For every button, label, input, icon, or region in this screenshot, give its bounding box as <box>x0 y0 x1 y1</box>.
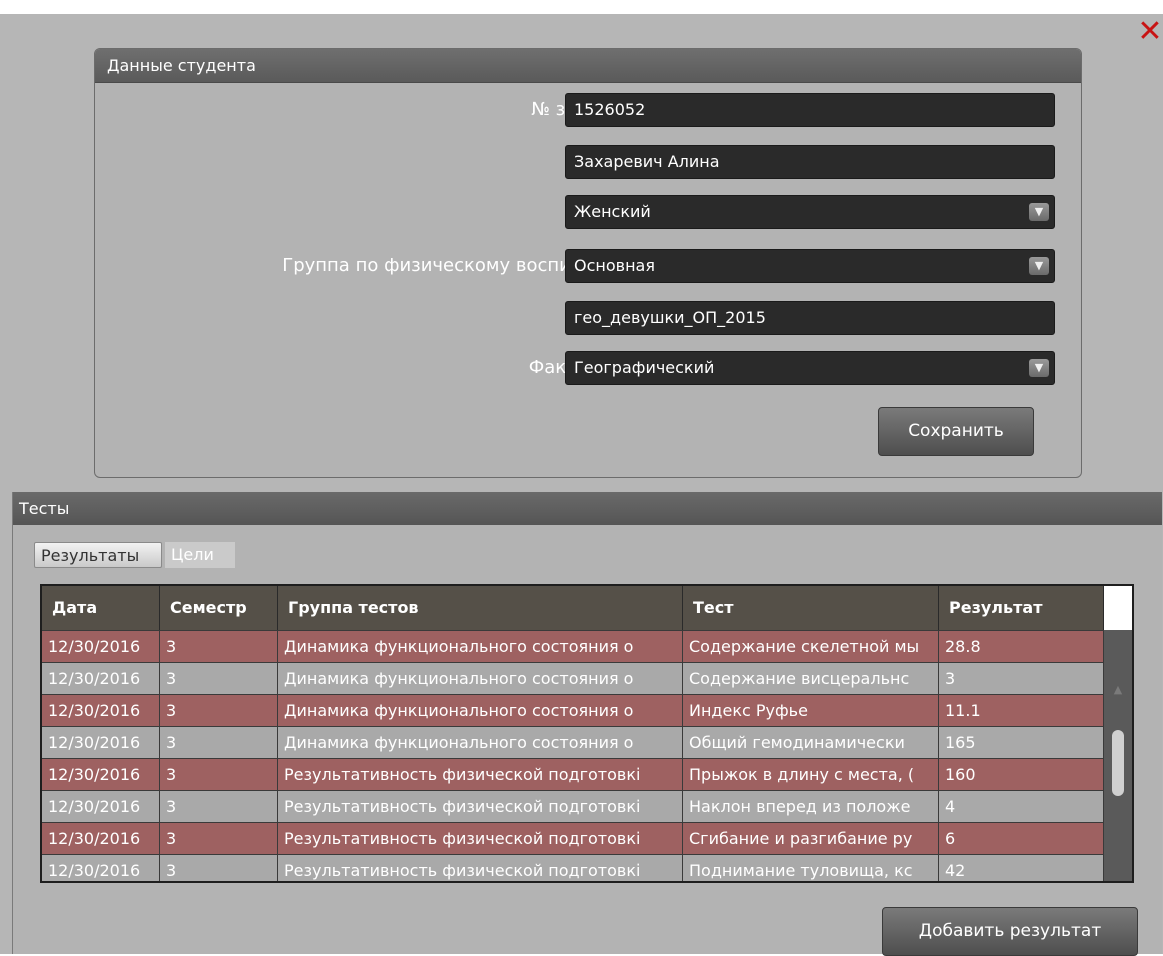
add-result-button[interactable]: Добавить результат <box>882 907 1138 956</box>
table-row[interactable]: 12/30/2016 3 Динамика функционального со… <box>42 662 1104 694</box>
cell-test: Содержание висцеральнс <box>683 663 939 694</box>
pe-group-label: Группа по физическому воспитанию <box>282 255 631 276</box>
tests-panel-title: Тесты <box>13 492 1162 525</box>
cell-test-group: Динамика функционального состояния о <box>278 727 683 758</box>
table-row[interactable]: 12/30/2016 3 Результативность физической… <box>42 822 1104 854</box>
close-icon[interactable]: ✕ <box>1137 17 1163 47</box>
gender-label: Пол <box>131 195 631 229</box>
save-button[interactable]: Сохранить <box>878 407 1034 456</box>
faculty-label: Факультет <box>131 351 631 385</box>
cell-result: 160 <box>939 759 1104 790</box>
table-row[interactable]: 12/30/2016 3 Динамика функционального со… <box>42 694 1104 726</box>
cell-test: Прыжок в длину с места, ( <box>683 759 939 790</box>
cell-semester: 3 <box>160 759 278 790</box>
cell-test-group: Динамика функционального состояния о <box>278 695 683 726</box>
record-book-input[interactable]: 1526052 <box>565 93 1055 127</box>
cell-date: 12/30/2016 <box>42 759 160 790</box>
table-row[interactable]: 12/30/2016 3 Динамика функционального со… <box>42 726 1104 758</box>
tab-results[interactable]: Результаты <box>34 542 162 568</box>
faculty-select[interactable]: Географический ▼ <box>565 351 1055 385</box>
cell-result: 3 <box>939 663 1104 694</box>
table-row[interactable]: 12/30/2016 3 Результативность физической… <box>42 790 1104 822</box>
cell-semester: 3 <box>160 695 278 726</box>
table-body: 12/30/2016 3 Динамика функционального со… <box>42 630 1104 881</box>
pe-group-select-value: Основная <box>574 256 655 275</box>
chevron-down-icon[interactable]: ▼ <box>1029 359 1049 377</box>
pe-group-select[interactable]: Основная ▼ <box>565 249 1055 283</box>
column-header-semester[interactable]: Семестр <box>160 586 278 630</box>
cell-semester: 3 <box>160 823 278 854</box>
scroll-up-icon[interactable]: ▲ <box>1110 682 1126 698</box>
cell-result: 11.1 <box>939 695 1104 726</box>
cell-test: Сгибание и разгибание ру <box>683 823 939 854</box>
full-name-input[interactable]: Захаревич Алина <box>565 145 1055 179</box>
cell-date: 12/30/2016 <box>42 791 160 822</box>
full-name-label: ФИО <box>131 145 631 179</box>
column-header-result[interactable]: Результат <box>939 586 1104 630</box>
table-row[interactable]: 12/30/2016 3 Результативность физической… <box>42 854 1104 881</box>
cell-test: Общий гемодинамически <box>683 727 939 758</box>
cell-test-group: Динамика функционального состояния о <box>278 631 683 662</box>
group-input[interactable]: гео_девушки_ОП_2015 <box>565 301 1055 335</box>
cell-semester: 3 <box>160 631 278 662</box>
cell-date: 12/30/2016 <box>42 855 160 881</box>
results-table: Дата Семестр Группа тестов Тест Результа… <box>40 584 1134 883</box>
scrollbar-track[interactable]: ▲ ▼ <box>1104 630 1132 881</box>
group-label: Группа <box>131 301 631 335</box>
table-row[interactable]: 12/30/2016 3 Динамика функционального со… <box>42 630 1104 662</box>
gender-select-value: Женский <box>574 202 651 221</box>
cell-date: 12/30/2016 <box>42 823 160 854</box>
student-panel-title: Данные студента <box>95 49 1081 83</box>
cell-result: 28.8 <box>939 631 1104 662</box>
table-scrollbar[interactable]: ▲ ▼ <box>1104 586 1132 881</box>
cell-test: Индекс Руфье <box>683 695 939 726</box>
cell-test: Поднимание туловища, кс <box>683 855 939 881</box>
cell-result: 165 <box>939 727 1104 758</box>
chevron-down-icon[interactable]: ▼ <box>1029 257 1049 275</box>
table-header: Дата Семестр Группа тестов Тест Результа… <box>42 586 1104 630</box>
cell-test-group: Результативность физической подготовкі <box>278 823 683 854</box>
tests-panel: Тесты Результаты Цели Дата Семестр Групп… <box>12 492 1162 956</box>
table-row[interactable]: 12/30/2016 3 Результативность физической… <box>42 758 1104 790</box>
cell-test-group: Результативность физической подготовкі <box>278 855 683 881</box>
chevron-down-icon[interactable]: ▼ <box>1029 203 1049 221</box>
cell-semester: 3 <box>160 791 278 822</box>
cell-semester: 3 <box>160 663 278 694</box>
cell-semester: 3 <box>160 727 278 758</box>
cell-result: 4 <box>939 791 1104 822</box>
cell-test: Содержание скелетной мы <box>683 631 939 662</box>
cell-semester: 3 <box>160 855 278 881</box>
cell-test-group: Динамика функционального состояния о <box>278 663 683 694</box>
cell-result: 6 <box>939 823 1104 854</box>
record-book-label: № зачетки <box>531 99 631 120</box>
faculty-select-value: Географический <box>574 358 715 377</box>
column-header-date[interactable]: Дата <box>42 586 160 630</box>
cell-result: 42 <box>939 855 1104 881</box>
cell-date: 12/30/2016 <box>42 663 160 694</box>
scrollbar-corner <box>1104 586 1132 630</box>
cell-date: 12/30/2016 <box>42 631 160 662</box>
student-data-panel: Данные студента № зачетки 1526052 ФИО За… <box>94 48 1082 478</box>
cell-test-group: Результативность физической подготовкі <box>278 791 683 822</box>
scrollbar-thumb[interactable] <box>1112 730 1124 796</box>
cell-test: Наклон вперед из положе <box>683 791 939 822</box>
cell-date: 12/30/2016 <box>42 695 160 726</box>
gender-select[interactable]: Женский ▼ <box>565 195 1055 229</box>
column-header-test-group[interactable]: Группа тестов <box>278 586 683 630</box>
column-header-test[interactable]: Тест <box>683 586 939 630</box>
cell-test-group: Результативность физической подготовкі <box>278 759 683 790</box>
cell-date: 12/30/2016 <box>42 727 160 758</box>
tab-goals[interactable]: Цели <box>165 542 235 568</box>
